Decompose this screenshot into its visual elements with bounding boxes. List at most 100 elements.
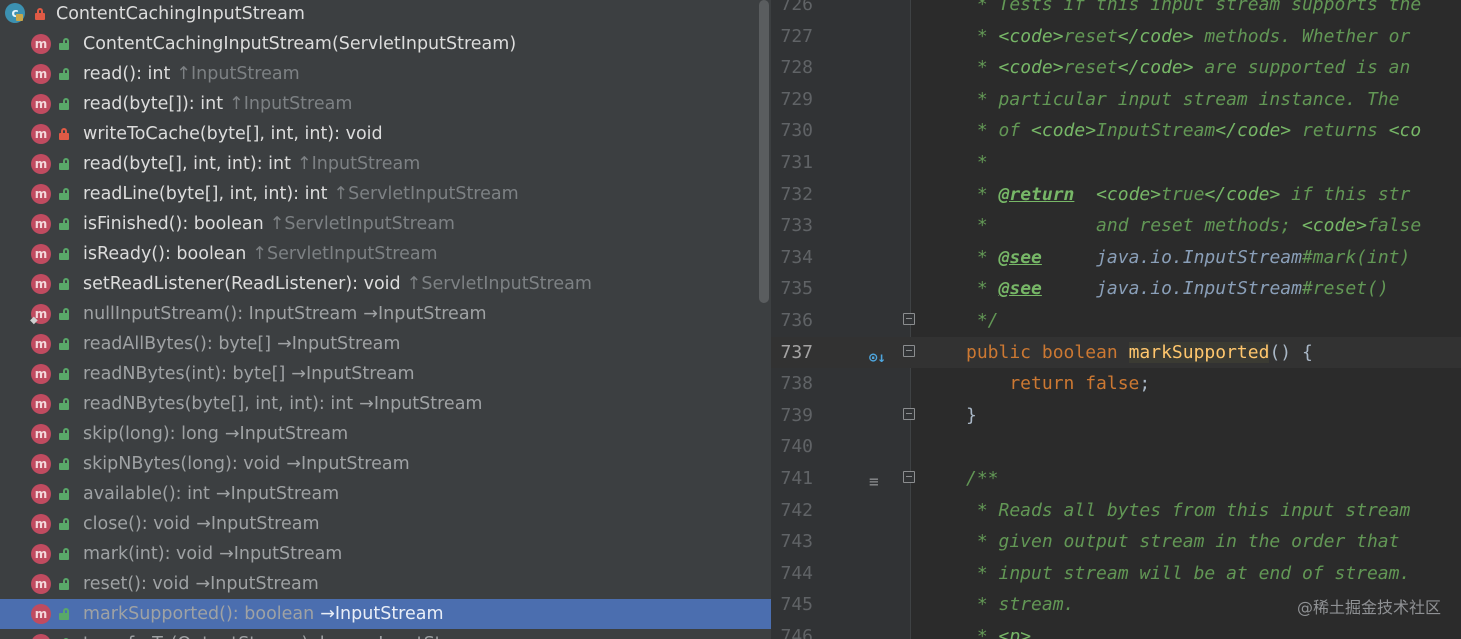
structure-member-row[interactable]: m read(): int ↑InputStream bbox=[0, 59, 771, 89]
line-number: 745 bbox=[780, 594, 813, 616]
fold-marker-icon[interactable] bbox=[903, 407, 915, 422]
member-name: isReady(): boolean bbox=[83, 244, 247, 264]
member-signature: transferTo(OutputStream): long →InputStre… bbox=[83, 629, 487, 639]
code-line[interactable]: 744 * input stream will be at end of str… bbox=[771, 558, 1461, 590]
unlock-icon bbox=[59, 98, 69, 110]
structure-member-row[interactable]: m skip(long): long →InputStream bbox=[0, 419, 771, 449]
code-token: returns bbox=[1291, 120, 1389, 142]
structure-member-row[interactable]: m setReadListener(ReadListener): void ↑Ser… bbox=[0, 269, 771, 299]
member-origin: →InputStream bbox=[286, 454, 410, 474]
code-line[interactable]: 737 ⊙↓ public boolean markSupported() { bbox=[771, 336, 1461, 369]
structure-member-row[interactable]: m ◆ nullInputStream(): InputStream →InputSt… bbox=[0, 299, 771, 329]
code-line[interactable]: 727 * <code>reset</code> methods. Whethe… bbox=[771, 21, 1461, 53]
unlock-icon bbox=[59, 488, 69, 500]
structure-member-row[interactable]: m isFinished(): boolean ↑ServletInputStrea… bbox=[0, 209, 771, 239]
structure-member-row[interactable]: m reset(): void →InputStream bbox=[0, 569, 771, 599]
method-icon: m bbox=[31, 604, 51, 624]
member-name: transferTo(OutputStream): long bbox=[83, 634, 358, 639]
code-line[interactable]: 741 ≡ /** bbox=[771, 463, 1461, 495]
member-signature: skipNBytes(long): void →InputStream bbox=[83, 449, 410, 479]
code-line[interactable]: 739} bbox=[771, 400, 1461, 432]
member-name: close(): void bbox=[83, 514, 191, 534]
code-text: */ bbox=[966, 305, 999, 337]
watermark: @稀土掘金技术社区 bbox=[1296, 598, 1441, 617]
structure-member-row[interactable]: m readAllBytes(): byte[] →InputStream bbox=[0, 329, 771, 359]
code-line[interactable]: 743 * given output stream in the order t… bbox=[771, 526, 1461, 558]
structure-member-row[interactable]: m readLine(byte[], int, int): int ↑Servlet… bbox=[0, 179, 771, 209]
member-origin: →InputStream bbox=[320, 604, 444, 624]
code-line[interactable]: 735 * @see java.io.InputStream#reset() bbox=[771, 273, 1461, 305]
code-line[interactable]: 740 bbox=[771, 431, 1461, 463]
code-editor[interactable]: 726 * Tests if this input stream support… bbox=[771, 0, 1461, 639]
member-origin: ↑ServletInputStream bbox=[406, 274, 592, 294]
structure-member-row[interactable]: m isReady(): boolean ↑ServletInputStream bbox=[0, 239, 771, 269]
code-line[interactable]: 731 * bbox=[771, 147, 1461, 179]
code-token: <co bbox=[1388, 120, 1422, 142]
structure-member-row[interactable]: m ContentCachingInputStream(ServletInputS… bbox=[0, 29, 771, 59]
fold-marker-icon[interactable] bbox=[903, 313, 915, 327]
code-text: return false; bbox=[966, 368, 1150, 400]
fold-marker-icon[interactable] bbox=[903, 344, 915, 359]
structure-member-row[interactable]: m readNBytes(byte[], int, int): int →Input… bbox=[0, 389, 771, 419]
code-token: markSupported bbox=[1128, 341, 1270, 363]
structure-member-row[interactable]: m close(): void →InputStream bbox=[0, 509, 771, 539]
structure-member-row[interactable]: m markSupported(): boolean →InputStream bbox=[0, 599, 771, 629]
unlock-icon bbox=[59, 578, 69, 590]
code-token: reset bbox=[1063, 25, 1118, 47]
structure-member-row[interactable]: m available(): int →InputStream bbox=[0, 479, 771, 509]
structure-member-row[interactable]: m transferTo(OutputStream): long →InputStr… bbox=[0, 629, 771, 639]
member-name: nullInputStream(): InputStream bbox=[83, 304, 358, 324]
code-line[interactable]: 728 * <code>reset</code> are supported i… bbox=[771, 52, 1461, 84]
code-line[interactable]: 738 return false; bbox=[771, 368, 1461, 400]
code-line[interactable]: 732 * @return <code>true</code> if this … bbox=[771, 179, 1461, 211]
code-token: java.io.InputStream bbox=[1096, 246, 1302, 268]
code-token: * and reset methods; bbox=[966, 215, 1302, 237]
structure-member-row[interactable]: m writeToCache(byte[], int, int): void bbox=[0, 119, 771, 149]
member-name: read(byte[]): int bbox=[83, 94, 224, 114]
structure-member-row[interactable]: m read(byte[], int, int): int ↑InputStream bbox=[0, 149, 771, 179]
structure-member-row[interactable]: m readNBytes(int): byte[] →InputStream bbox=[0, 359, 771, 389]
member-name: skipNBytes(long): void bbox=[83, 454, 281, 474]
member-origin: →InputStream bbox=[224, 424, 349, 444]
structure-member-row[interactable]: m mark(int): void →InputStream bbox=[0, 539, 771, 569]
code-token: if this str bbox=[1280, 183, 1411, 205]
code-token: * bbox=[966, 152, 988, 173]
rendered-doc-toggle-icon[interactable]: ≡ bbox=[869, 466, 879, 498]
code-text: * and reset methods; <code>false bbox=[966, 210, 1421, 242]
class-row[interactable]: c ContentCachingInputStream bbox=[0, 0, 771, 29]
line-number: 742 bbox=[780, 499, 813, 521]
line-number: 737 bbox=[780, 341, 813, 363]
member-signature: close(): void →InputStream bbox=[83, 509, 320, 539]
member-name: read(): int bbox=[83, 64, 171, 84]
member-origin: →InputStream bbox=[364, 634, 487, 639]
structure-member-row[interactable]: m skipNBytes(long): void →InputStream bbox=[0, 449, 771, 479]
code-line[interactable]: 742 * Reads all bytes from this input st… bbox=[771, 495, 1461, 527]
code-line[interactable]: 726 * Tests if this input stream support… bbox=[771, 0, 1461, 21]
code-line[interactable]: 733 * and reset methods; <code>false bbox=[771, 210, 1461, 242]
code-text: * input stream will be at end of stream. bbox=[966, 558, 1411, 590]
member-origin: →InputStream bbox=[291, 364, 415, 384]
code-token: */ bbox=[966, 310, 999, 331]
code-token: /** bbox=[966, 468, 999, 489]
member-signature: read(byte[]): int ↑InputStream bbox=[83, 89, 352, 119]
fold-marker-icon[interactable] bbox=[903, 471, 915, 485]
code-token: <code> bbox=[1031, 120, 1097, 142]
code-line[interactable]: 734 * @see java.io.InputStream#mark(int) bbox=[771, 242, 1461, 274]
line-number: 727 bbox=[780, 25, 813, 47]
member-signature: readLine(byte[], int, int): int ↑ServletI… bbox=[83, 179, 519, 209]
member-origin: →InputStream bbox=[363, 304, 487, 324]
line-number: 736 bbox=[780, 310, 813, 331]
code-line[interactable]: 736 */ bbox=[771, 305, 1461, 337]
scrollbar[interactable] bbox=[759, 0, 769, 303]
code-token: InputStream bbox=[1096, 120, 1216, 142]
structure-member-row[interactable]: m read(byte[]): int ↑InputStream bbox=[0, 89, 771, 119]
code-line[interactable]: 730 * of <code>InputStream</code> return… bbox=[771, 115, 1461, 147]
member-name: readNBytes(byte[], int, int): int bbox=[83, 394, 354, 414]
code-line[interactable]: 729 * particular input stream instance. … bbox=[771, 84, 1461, 116]
member-signature: mark(int): void →InputStream bbox=[83, 539, 342, 569]
member-origin: →InputStream bbox=[219, 544, 343, 564]
code-text: * <p> bbox=[966, 621, 1031, 639]
unlock-icon bbox=[59, 518, 69, 530]
code-line[interactable]: 746 * <p> bbox=[771, 621, 1461, 639]
